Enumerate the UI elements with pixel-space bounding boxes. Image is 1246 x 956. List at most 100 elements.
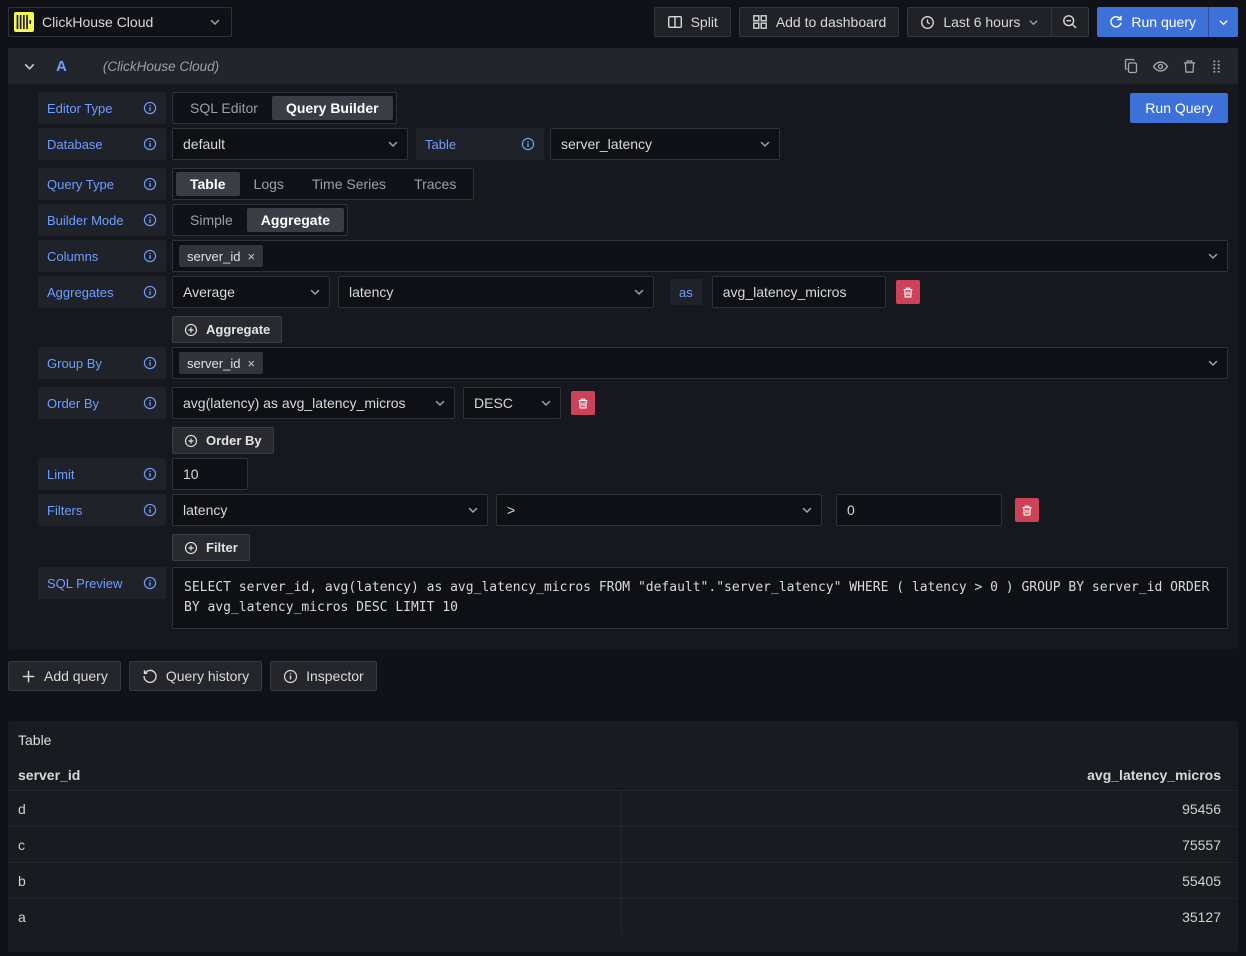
as-label: as — [670, 279, 702, 305]
info-icon[interactable] — [143, 101, 157, 115]
grip-icon[interactable] — [1210, 58, 1223, 75]
info-icon[interactable] — [143, 576, 157, 590]
explore-toolbar: ClickHouse Cloud Split Add to dashboard … — [0, 0, 1246, 37]
chevron-down-icon — [309, 286, 321, 298]
collapse-chevron-icon[interactable] — [23, 60, 36, 73]
time-picker-group: Last 6 hours — [907, 7, 1089, 37]
cell-server-id: d — [8, 791, 621, 826]
filter-field-select[interactable]: latency — [172, 494, 488, 526]
chevron-down-icon — [1207, 357, 1219, 369]
database-label: Database — [47, 137, 103, 152]
add-aggregate-button[interactable]: Aggregate — [172, 316, 282, 343]
trash-icon — [1021, 504, 1033, 517]
remove-filter-button[interactable] — [1015, 498, 1039, 522]
datasource-picker[interactable]: ClickHouse Cloud — [8, 7, 232, 37]
remove-aggregate-button[interactable] — [896, 280, 920, 304]
circled-plus-icon — [184, 541, 198, 555]
columns-chip-server-id[interactable]: server_id × — [179, 245, 263, 267]
split-button[interactable]: Split — [654, 7, 731, 37]
table-row: d 95456 — [8, 790, 1238, 826]
column-header-server-id[interactable]: server_id — [8, 767, 621, 783]
info-icon[interactable] — [143, 396, 157, 410]
editor-type-label: Editor Type — [47, 101, 113, 116]
cell-server-id: a — [8, 899, 621, 934]
builder-mode-simple[interactable]: Simple — [176, 208, 247, 232]
close-icon[interactable]: × — [247, 250, 255, 263]
time-range-button[interactable]: Last 6 hours — [907, 7, 1052, 37]
run-query-options-button[interactable] — [1208, 7, 1238, 37]
order-by-direction-value: DESC — [474, 395, 513, 411]
eye-icon[interactable] — [1152, 58, 1169, 75]
builder-mode-aggregate[interactable]: Aggregate — [247, 208, 344, 232]
builder-mode-toggle: Simple Aggregate — [172, 204, 348, 236]
cell-server-id: c — [8, 827, 621, 862]
info-icon[interactable] — [143, 467, 157, 481]
column-header-avg-latency-micros[interactable]: avg_latency_micros — [621, 767, 1238, 783]
inspector-button[interactable]: Inspector — [270, 661, 377, 691]
database-value: default — [183, 136, 225, 152]
info-icon[interactable] — [143, 285, 157, 299]
zoom-out-time-button[interactable] — [1052, 7, 1089, 37]
query-history-button[interactable]: Query history — [129, 661, 262, 691]
chevron-down-icon — [467, 504, 479, 516]
columns-multiselect[interactable]: server_id × — [172, 240, 1228, 272]
info-icon[interactable] — [143, 137, 157, 151]
order-by-direction-select[interactable]: DESC — [463, 387, 561, 419]
aggregate-column-select[interactable]: latency — [338, 276, 654, 308]
add-filter-row: Filter — [38, 534, 1228, 561]
add-aggregate-label: Aggregate — [206, 322, 270, 337]
time-range-label: Last 6 hours — [943, 14, 1020, 30]
filter-value-input[interactable] — [836, 494, 1002, 526]
table-row: a 35127 — [8, 898, 1238, 934]
group-by-chip-server-id[interactable]: server_id × — [179, 352, 263, 374]
chevron-down-icon — [759, 138, 771, 150]
add-query-button[interactable]: Add query — [8, 661, 121, 691]
columns-label: Columns — [47, 249, 98, 264]
group-by-multiselect[interactable]: server_id × — [172, 347, 1228, 379]
limit-input[interactable] — [172, 458, 248, 490]
aggregate-alias-input[interactable] — [712, 276, 886, 308]
panel-title: Table — [8, 729, 1238, 760]
editor-type-query-builder[interactable]: Query Builder — [272, 96, 393, 120]
limit-label-cell: Limit — [38, 458, 166, 490]
datasource-name: ClickHouse Cloud — [42, 14, 201, 30]
info-icon[interactable] — [143, 356, 157, 370]
info-icon[interactable] — [143, 249, 157, 263]
add-filter-button[interactable]: Filter — [172, 534, 250, 561]
filter-operator-select[interactable]: > — [496, 494, 822, 526]
order-by-field-select[interactable]: avg(latency) as avg_latency_micros — [172, 387, 455, 419]
query-type-traces[interactable]: Traces — [400, 172, 470, 196]
run-query-inline-button[interactable]: Run Query — [1130, 93, 1228, 123]
editor-type-sql-editor[interactable]: SQL Editor — [176, 96, 272, 120]
query-editor-header: A (ClickHouse Cloud) — [8, 48, 1238, 84]
filters-row: Filters latency > — [38, 494, 1228, 526]
cell-avg-latency: 95456 — [621, 791, 1238, 826]
builder-mode-label-cell: Builder Mode — [38, 204, 166, 236]
copy-icon[interactable] — [1123, 58, 1139, 75]
info-icon[interactable] — [521, 137, 535, 151]
query-type-table[interactable]: Table — [176, 172, 240, 196]
query-type-time-series[interactable]: Time Series — [298, 172, 400, 196]
remove-order-by-button[interactable] — [571, 391, 595, 415]
table-select[interactable]: server_latency — [550, 128, 780, 160]
aggregate-function-select[interactable]: Average — [172, 276, 330, 308]
order-by-field-value: avg(latency) as avg_latency_micros — [183, 395, 406, 411]
database-select[interactable]: default — [172, 128, 408, 160]
clickhouse-logo-icon — [14, 12, 34, 32]
run-query-button[interactable]: Run query — [1097, 7, 1208, 37]
chevron-down-icon — [434, 397, 446, 409]
close-icon[interactable]: × — [247, 357, 255, 370]
query-type-logs[interactable]: Logs — [240, 172, 298, 196]
add-to-dashboard-button[interactable]: Add to dashboard — [739, 7, 900, 37]
run-query-split-button: Run query — [1097, 7, 1238, 37]
add-order-by-button[interactable]: Order By — [172, 427, 274, 454]
sql-preview-label: SQL Preview — [47, 576, 122, 591]
chevron-down-icon — [1207, 250, 1219, 262]
info-icon[interactable] — [143, 177, 157, 191]
trash-icon[interactable] — [1182, 58, 1197, 75]
info-icon[interactable] — [143, 503, 157, 517]
add-filter-label: Filter — [206, 540, 238, 555]
group-by-label: Group By — [47, 356, 102, 371]
chevron-down-icon — [801, 504, 813, 516]
info-icon[interactable] — [143, 213, 157, 227]
